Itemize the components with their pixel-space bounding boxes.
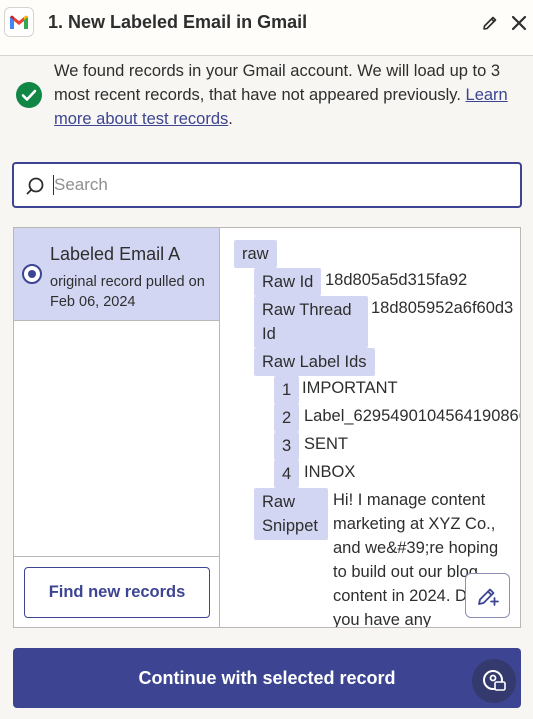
divider <box>14 556 219 557</box>
continue-button[interactable]: Continue with selected record <box>13 648 521 708</box>
field-root: raw <box>234 240 277 268</box>
panel-header: 1. New Labeled Email in Gmail <box>0 0 533 56</box>
pencil-plus-icon <box>477 588 499 606</box>
radio-selected-icon[interactable] <box>22 264 42 284</box>
field-label: Raw Snippet <box>254 488 328 540</box>
records-list: Labeled Email A original record pulled o… <box>14 228 220 627</box>
list-value: Label_6295490104564190866 <box>304 407 521 425</box>
list-value: IMPORTANT <box>302 379 398 397</box>
field-label: Raw Thread Id <box>254 296 368 348</box>
snippet-line: and we&#39;re hoping <box>333 539 499 557</box>
list-value: SENT <box>304 435 349 453</box>
notice-message: We found records in your Gmail account. … <box>54 59 524 131</box>
records-panel: Labeled Email A original record pulled o… <box>13 227 521 628</box>
close-icon[interactable] <box>509 13 529 33</box>
record-title: Labeled Email A <box>50 244 181 264</box>
list-value: INBOX <box>304 463 356 481</box>
list-index: 3 <box>274 432 300 460</box>
search-input[interactable] <box>54 170 509 200</box>
record-detail: raw Raw Id 18d805a5d315fa92 Raw Thread I… <box>221 228 521 627</box>
help-chat-button[interactable] <box>472 659 516 703</box>
field-value: 18d805952a6f60d3 <box>371 299 514 317</box>
search-icon <box>25 176 45 196</box>
find-new-records-button[interactable]: Find new records <box>24 567 210 618</box>
list-index: 4 <box>274 460 300 488</box>
field-label: Raw Label Ids <box>254 348 375 376</box>
field-label: Raw Id <box>254 268 322 296</box>
gmail-icon <box>4 7 34 37</box>
record-subtitle: original record pulled on Feb 06, 2024 <box>50 274 205 310</box>
search-box[interactable] <box>12 162 522 208</box>
snippet-line: content in 2024. Do <box>333 587 477 605</box>
list-index: 2 <box>274 404 300 432</box>
pencil-icon[interactable] <box>481 14 499 32</box>
page-title: 1. New Labeled Email in Gmail <box>48 12 308 32</box>
check-circle-icon <box>16 82 42 108</box>
edit-record-button[interactable] <box>465 573 510 618</box>
snippet-line: you have any <box>333 611 432 627</box>
chat-help-icon <box>483 670 506 691</box>
snippet-line: Hi! I manage content <box>333 491 486 509</box>
text-cursor <box>53 175 54 195</box>
list-index: 1 <box>274 376 300 404</box>
snippet-line: to build out our blog <box>333 563 478 581</box>
notice-text: We found records in your Gmail account. … <box>54 62 501 104</box>
snippet-line: marketing at XYZ Co., <box>333 515 496 533</box>
record-item[interactable]: Labeled Email A original record pulled o… <box>14 228 219 321</box>
notice-period: . <box>228 110 233 128</box>
field-value: 18d805a5d315fa92 <box>325 271 468 289</box>
